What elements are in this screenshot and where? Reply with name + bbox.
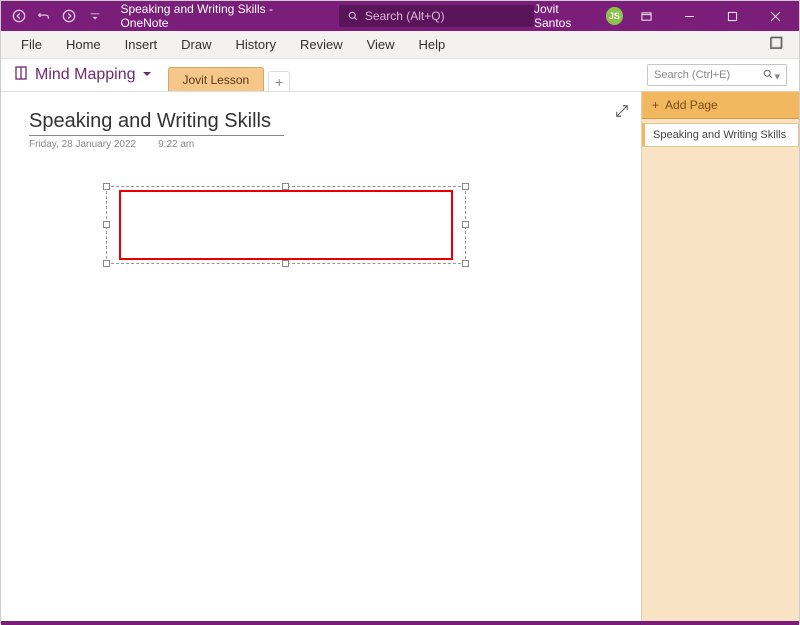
section-tab[interactable]: Jovit Lesson: [168, 67, 265, 91]
add-page-label: Add Page: [665, 98, 718, 112]
add-section-button[interactable]: +: [268, 71, 290, 91]
title-underline: [29, 135, 284, 136]
resize-handle[interactable]: [103, 260, 110, 267]
resize-handle[interactable]: [282, 183, 289, 190]
titlebar-right: Jovit Santos JS: [534, 1, 799, 31]
notebook-bar: Mind Mapping Jovit Lesson + Search (Ctrl…: [1, 59, 799, 91]
redo-button[interactable]: [58, 4, 81, 28]
menu-home[interactable]: Home: [54, 31, 113, 58]
menu-view[interactable]: View: [355, 31, 407, 58]
page-datetime: Friday, 28 January 2022 9:22 am: [29, 139, 284, 150]
chevron-down-icon: [142, 66, 152, 84]
titlebar-left: Speaking and Writing Skills - OneNote Se…: [1, 2, 534, 30]
page-list-item[interactable]: Speaking and Writing Skills: [642, 123, 799, 147]
page-title-area[interactable]: Speaking and Writing Skills Friday, 28 J…: [29, 110, 284, 150]
notebook-selector[interactable]: Mind Mapping: [13, 65, 152, 86]
shape-selection[interactable]: [106, 186, 466, 264]
menu-help[interactable]: Help: [407, 31, 458, 58]
window-title: Speaking and Writing Skills - OneNote: [120, 2, 318, 30]
undo-button[interactable]: [32, 4, 55, 28]
menu-review[interactable]: Review: [288, 31, 355, 58]
menu-draw[interactable]: Draw: [169, 31, 223, 58]
notebook-icon: [13, 65, 29, 86]
page-search-placeholder: Search (Ctrl+E): [654, 69, 730, 81]
menu-bar: File Home Insert Draw History Review Vie…: [1, 31, 799, 59]
title-bar: Speaking and Writing Skills - OneNote Se…: [1, 1, 799, 31]
resize-handle[interactable]: [462, 260, 469, 267]
quick-access-dropdown[interactable]: [83, 4, 106, 28]
notebook-bar-right: Search (Ctrl+E) ▾: [647, 64, 787, 86]
menu-insert[interactable]: Insert: [113, 31, 170, 58]
menu-history[interactable]: History: [224, 31, 288, 58]
page-canvas[interactable]: Speaking and Writing Skills Friday, 28 J…: [1, 91, 641, 621]
page-title[interactable]: Speaking and Writing Skills: [29, 110, 284, 133]
maximize-button[interactable]: [713, 1, 752, 31]
page-search-input[interactable]: Search (Ctrl+E) ▾: [647, 64, 787, 86]
resize-handle[interactable]: [462, 221, 469, 228]
search-icon: [347, 10, 359, 22]
rectangle-shape[interactable]: [119, 190, 453, 260]
section-tabs: Jovit Lesson +: [168, 59, 291, 91]
avatar[interactable]: JS: [606, 7, 624, 25]
search-box[interactable]: Search (Alt+Q): [339, 5, 534, 27]
page-panel: + Add Page Speaking and Writing Skills: [641, 91, 799, 621]
menu-file[interactable]: File: [9, 31, 54, 58]
body-split: Speaking and Writing Skills Friday, 28 J…: [1, 91, 799, 621]
status-bar: [1, 621, 799, 625]
add-page-button[interactable]: + Add Page: [642, 92, 799, 119]
resize-handle[interactable]: [282, 260, 289, 267]
page-time[interactable]: 9:22 am: [158, 139, 194, 150]
close-button[interactable]: [756, 1, 795, 31]
ribbon-display-button[interactable]: [627, 1, 666, 31]
search-icon: ▾: [762, 68, 780, 83]
resize-handle[interactable]: [103, 183, 110, 190]
back-button[interactable]: [7, 4, 30, 28]
expand-icon[interactable]: [615, 104, 629, 121]
plus-icon: +: [652, 98, 659, 112]
resize-handle[interactable]: [462, 183, 469, 190]
notebook-name: Mind Mapping: [35, 66, 136, 84]
search-placeholder: Search (Alt+Q): [365, 9, 445, 23]
resize-handle[interactable]: [103, 221, 110, 228]
fullscreen-toggle[interactable]: [769, 36, 791, 53]
page-date[interactable]: Friday, 28 January 2022: [29, 139, 136, 150]
minimize-button[interactable]: [670, 1, 709, 31]
user-name[interactable]: Jovit Santos: [534, 2, 598, 30]
